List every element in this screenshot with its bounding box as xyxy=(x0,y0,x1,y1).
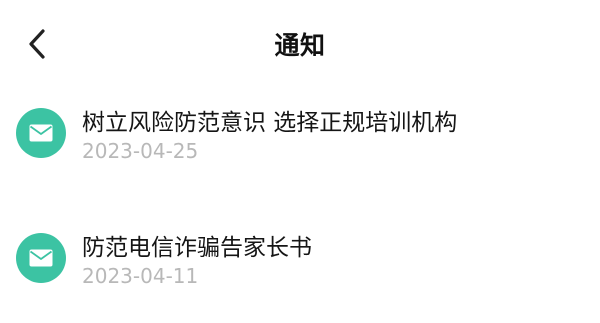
notification-item[interactable]: 防范电信诈骗告家长书 2023-04-11 xyxy=(0,225,600,305)
mail-icon xyxy=(16,233,66,283)
notification-date: 2023-04-25 xyxy=(82,139,199,163)
notification-title: 防范电信诈骗告家长书 xyxy=(82,235,312,261)
notification-item[interactable]: 树立风险防范意识 选择正规培训机构 2023-04-25 xyxy=(0,100,600,180)
page-title: 通知 xyxy=(274,31,326,60)
top-bar: 通知 xyxy=(0,0,600,90)
mail-icon xyxy=(16,108,66,158)
notification-date: 2023-04-11 xyxy=(82,264,199,288)
notification-title: 树立风险防范意识 选择正规培训机构 xyxy=(82,110,458,136)
